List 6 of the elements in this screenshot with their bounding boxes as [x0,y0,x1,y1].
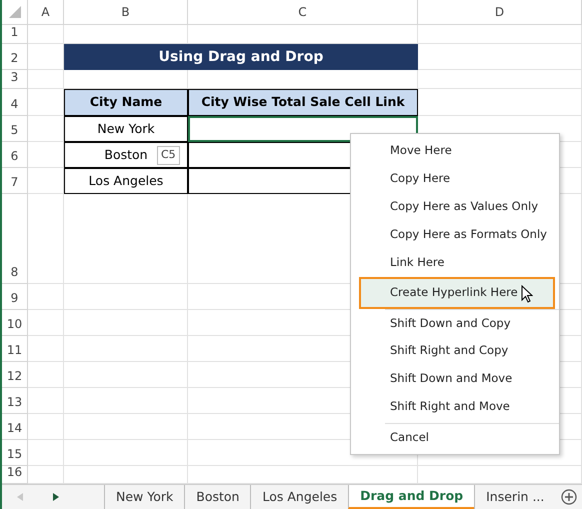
drag-tooltip: C5 [157,146,180,164]
title-banner: Using Drag and Drop [64,44,418,70]
table-cell: Los Angeles [64,168,188,194]
table-header: City Wise Total Sale Cell Link [188,89,418,116]
table-cell: New York [64,116,188,142]
table-header: City Name [64,89,188,116]
